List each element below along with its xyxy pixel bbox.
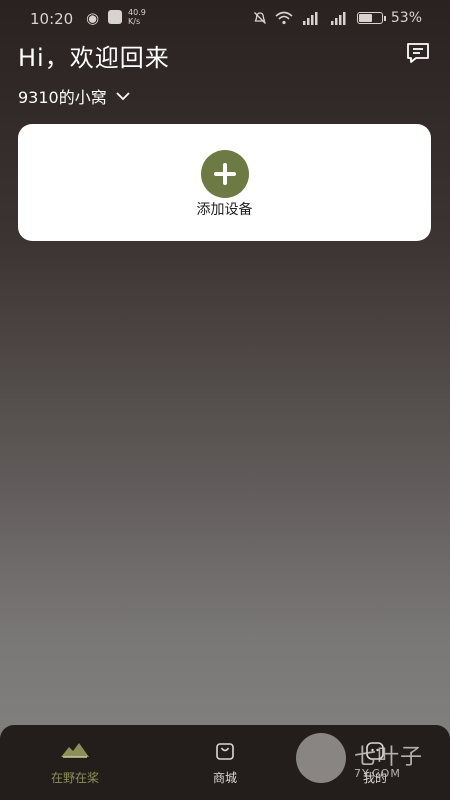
- status-time: 10:20: [30, 10, 74, 28]
- eye-icon: ◉: [86, 9, 100, 27]
- message-icon[interactable]: [406, 42, 430, 64]
- mute-icon: [253, 12, 266, 24]
- home-selector[interactable]: 9310的小窝: [18, 84, 131, 108]
- home-name: 9310的小窝: [18, 88, 107, 107]
- watermark: 七叶子 7Y.COM: [296, 733, 436, 787]
- network-speed: 40.9 K/s: [128, 8, 146, 26]
- tab-shop[interactable]: 商城: [150, 725, 300, 800]
- add-device-card[interactable]: 添加设备: [18, 124, 431, 241]
- status-right-group: 53%: [253, 10, 422, 26]
- tab-home-label: 在野在桨: [50, 771, 99, 785]
- network-speed-value: 40.9: [128, 8, 146, 17]
- add-device-button[interactable]: [201, 150, 249, 198]
- network-speed-unit: K/s: [128, 17, 141, 26]
- watermark-subtitle: 7Y.COM: [354, 767, 401, 780]
- shopping-bag-icon: [216, 743, 234, 760]
- status-bar: 10:20 ◉ 40.9 K/s 53%: [0, 0, 450, 38]
- signal-icon-2: [330, 12, 346, 25]
- watermark-logo-icon: [296, 733, 346, 783]
- battery-level-fill: [358, 14, 372, 22]
- app-badge-icon: [108, 10, 122, 24]
- wifi-icon: [275, 11, 293, 25]
- tab-shop-label: 商城: [212, 771, 237, 785]
- signal-icon: [302, 12, 318, 25]
- chevron-down-icon: [116, 92, 130, 101]
- add-device-label: 添加设备: [196, 202, 253, 218]
- battery-percent: 53%: [390, 10, 422, 26]
- tab-home[interactable]: 在野在桨: [0, 725, 150, 800]
- greeting-title: Hi，欢迎回来: [18, 44, 170, 72]
- battery-icon: [356, 12, 386, 24]
- mountain-icon: [61, 743, 89, 758]
